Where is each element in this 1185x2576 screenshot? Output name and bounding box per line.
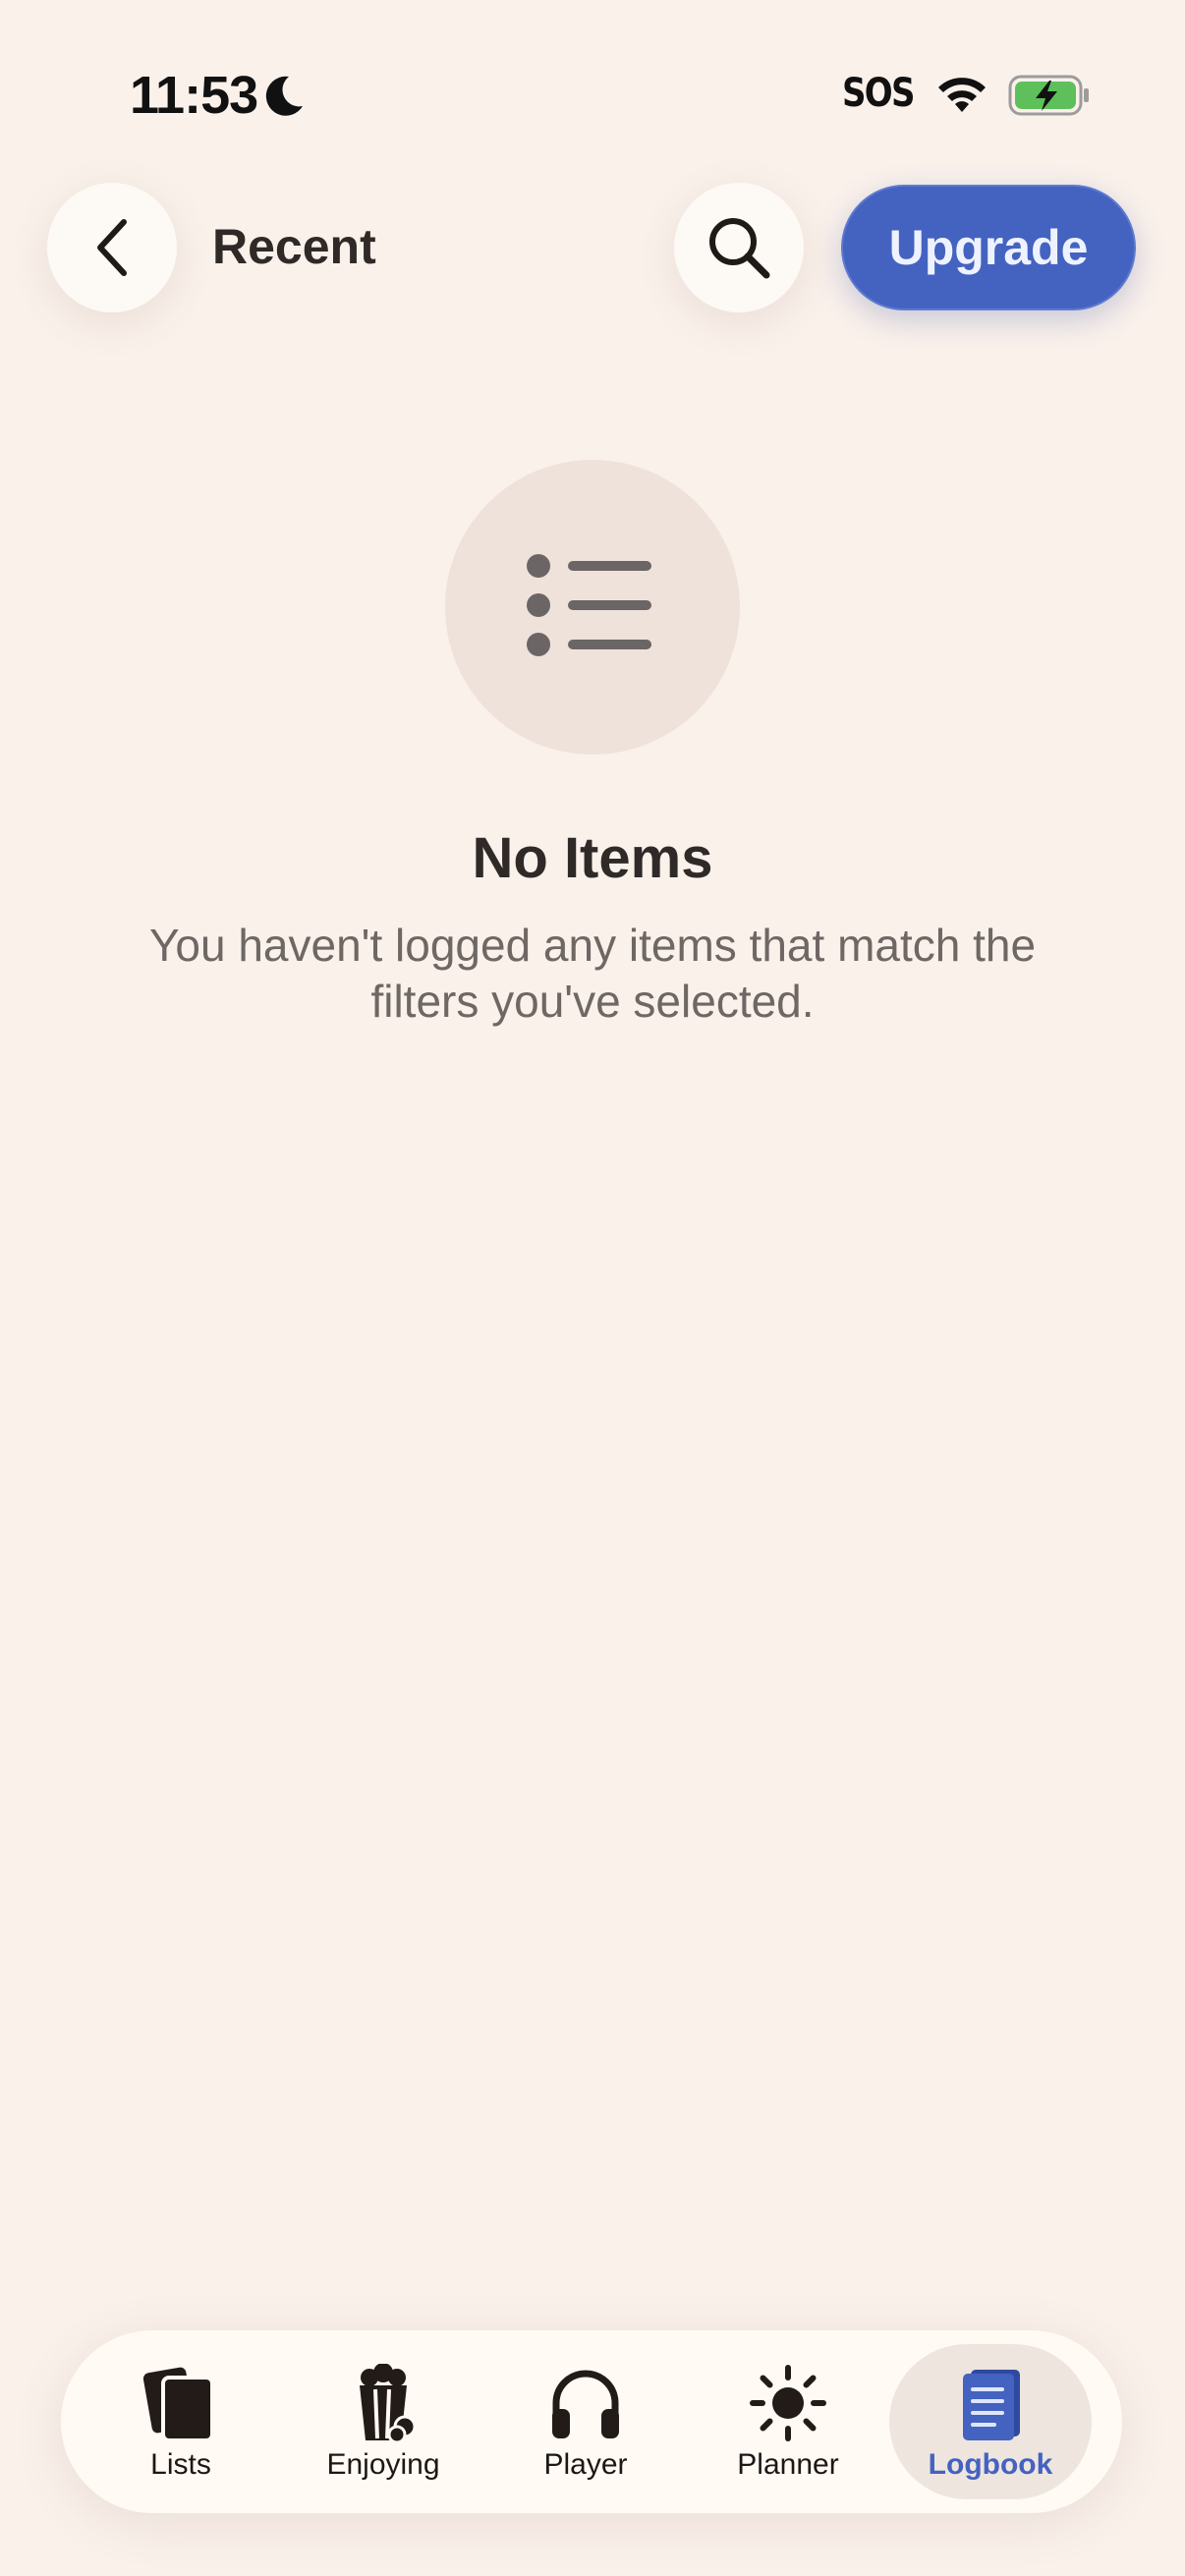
headphones-icon (552, 2370, 619, 2438)
chevron-left-icon (97, 219, 127, 276)
tab-label: Lists (150, 2448, 211, 2481)
tab-label: Planner (737, 2448, 839, 2481)
empty-state-title: No Items (472, 826, 713, 890)
empty-state-message: You haven't logged any items that match … (148, 920, 1037, 1027)
battery-charging-icon (1008, 75, 1089, 116)
popcorn-icon (360, 2364, 417, 2442)
list-bullet-icon (527, 554, 651, 656)
back-button[interactable] (47, 183, 177, 312)
cards-icon (142, 2367, 214, 2442)
upgrade-button[interactable]: Upgrade (841, 185, 1136, 310)
book-icon (963, 2370, 1020, 2440)
tab-enjoying[interactable]: Enjoying (282, 2344, 484, 2499)
tab-lists[interactable]: Lists (80, 2344, 282, 2499)
tab-label: Enjoying (326, 2448, 440, 2481)
sun-icon (750, 2365, 826, 2441)
status-time: 11:53 (130, 66, 258, 125)
search-button[interactable] (674, 183, 804, 312)
wifi-icon (938, 78, 986, 112)
tab-label: Logbook (928, 2448, 1053, 2481)
tab-label: Player (543, 2448, 628, 2481)
tab-player[interactable]: Player (484, 2344, 687, 2499)
page-title: Recent (212, 219, 376, 274)
tab-logbook[interactable]: Logbook (889, 2344, 1092, 2499)
tab-bar: Lists Enjoying Player Planner Logbook (61, 2330, 1122, 2513)
moon-icon (265, 76, 303, 116)
status-bar: 11:53 SOS (0, 0, 1185, 187)
tab-planner[interactable]: Planner (687, 2344, 889, 2499)
search-icon (709, 218, 770, 279)
sos-indicator: SOS (842, 71, 915, 116)
